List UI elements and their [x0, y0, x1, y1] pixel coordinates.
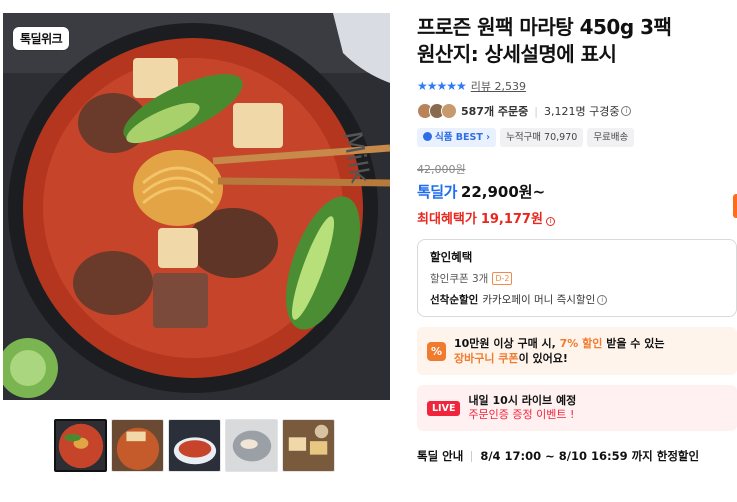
- thumbnail-strip: [54, 419, 335, 472]
- original-price: 42,000원: [417, 163, 466, 176]
- rating-row: ★★★★★ 리뷰 2,539: [417, 78, 737, 94]
- discount-benefit-box: 할인혜택 할인쿠폰 3개 D-2 선착순할인 카카오페이 머니 즉시할인 i: [417, 239, 737, 317]
- thumbnail-image: [283, 420, 334, 471]
- max-benefit-label: 최대혜택가: [417, 212, 477, 227]
- live-schedule: 내일 10시 라이브 예정: [468, 394, 577, 407]
- info-icon[interactable]: i: [545, 217, 555, 226]
- social-proof-row: 587개 주문중 | 3,121명 구경중 i: [417, 102, 737, 120]
- floating-side-button[interactable]: [733, 194, 737, 218]
- info-icon[interactable]: i: [621, 106, 632, 116]
- percent-coupon-icon: %: [427, 341, 446, 361]
- coupon-label: 할인쿠폰 3개: [430, 273, 489, 285]
- thumbnail-image: [56, 421, 105, 470]
- live-badge: LIVE: [427, 400, 461, 416]
- cart-discount-rate: 7% 할인: [559, 337, 603, 350]
- thumbnail-2[interactable]: [111, 419, 164, 472]
- thumbnail-image: [112, 420, 163, 471]
- live-broadcast-banner[interactable]: LIVE 내일 10시 라이브 예정 주문인증 증정 이벤트 !: [417, 385, 737, 431]
- thumbnail-4[interactable]: [225, 419, 278, 472]
- info-icon[interactable]: i: [597, 294, 608, 305]
- cart-text-part: 이 있어요!: [518, 352, 568, 365]
- talkdeal-price-value: 22,900원~: [460, 183, 546, 201]
- cart-coupon-banner[interactable]: % 10만원 이상 구매 시, 7% 할인 받을 수 있는 장바구니 쿠폰이 있…: [417, 327, 737, 375]
- thumbnail-image: [169, 420, 220, 471]
- deal-info-label: 톡딜 안내: [417, 449, 464, 463]
- best-category-chip[interactable]: 식품 BEST ›: [417, 128, 497, 147]
- talkdeal-price-label: 톡딜가: [417, 183, 457, 201]
- deal-info-row: 톡딜 안내 8/4 17:00 ~ 8/10 16:59 까지 한정할인: [417, 448, 737, 464]
- cumulative-purchase-chip: 누적구매 70,970: [500, 128, 584, 147]
- free-shipping-chip: 무료배송: [587, 128, 635, 147]
- best-chip-label: 식품 BEST: [435, 132, 483, 143]
- max-benefit-row: 최대혜택가 19,177원 i: [417, 208, 737, 227]
- product-title-line2: 원산지: 상세설명에 표시: [417, 42, 617, 66]
- coupon-dday-tag: D-2: [492, 272, 513, 285]
- avatar: [441, 103, 457, 119]
- thumbnail-5[interactable]: [282, 419, 335, 472]
- product-title: 프로즌 원팩 마라탕 450g 3팩 원산지: 상세설명에 표시: [417, 14, 737, 68]
- live-event: 주문인증 증정 이벤트 !: [468, 408, 575, 421]
- buyer-avatars: [417, 103, 457, 119]
- product-title-line1: 프로즌 원팩 마라탕 450g 3팩: [417, 15, 672, 39]
- brand-badge: 톡딜위크: [13, 27, 70, 50]
- divider: |: [534, 104, 538, 118]
- star-rating-icon: ★★★★★: [417, 79, 467, 93]
- orders-count: 587개 주문중: [461, 105, 529, 118]
- divider: [471, 450, 473, 462]
- mala-soup-illustration: Milk: [3, 13, 390, 400]
- cutoff-content-row: [417, 494, 737, 502]
- thumbnail-3[interactable]: [168, 419, 221, 472]
- deal-period: 8/4 17:00 ~ 8/10 16:59 까지 한정할인: [480, 449, 700, 463]
- max-benefit-value: 19,177원: [480, 212, 543, 227]
- product-info-panel: 프로즌 원팩 마라탕 450g 3팩 원산지: 상세설명에 표시 ★★★★★ 리…: [417, 14, 737, 464]
- cart-coupon-text: 10만원 이상 구매 시, 7% 할인 받을 수 있는 장바구니 쿠폰이 있어요…: [454, 336, 665, 366]
- thumbnail-1[interactable]: [54, 419, 107, 472]
- coupon-line: 할인쿠폰 3개 D-2: [430, 271, 724, 286]
- badge-chip-row: 식품 BEST › 누적구매 70,970 무료배송: [417, 128, 737, 147]
- instant-discount-value: 카카오페이 머니 즉시할인: [482, 294, 596, 306]
- best-dot-icon: [423, 132, 432, 141]
- review-count-link[interactable]: 리뷰 2,539: [471, 78, 526, 94]
- thumbnail-image: [226, 420, 277, 471]
- price-row: 톡딜가 22,900원~: [417, 181, 737, 202]
- instant-discount-line: 선착순할인 카카오페이 머니 즉시할인 i: [430, 292, 724, 307]
- viewers-count: 3,121명 구경중: [544, 105, 620, 118]
- instant-discount-label: 선착순할인: [430, 294, 479, 306]
- live-text: 내일 10시 라이브 예정 주문인증 증정 이벤트 !: [468, 394, 576, 422]
- product-main-image[interactable]: Milk 톡딜위크: [3, 13, 390, 400]
- cart-text-part: 받을 수 있는: [602, 337, 665, 350]
- cart-coupon-name: 장바구니 쿠폰: [454, 352, 519, 365]
- cart-text-part: 10만원 이상 구매 시,: [454, 337, 560, 350]
- discount-title: 할인혜택: [430, 250, 473, 264]
